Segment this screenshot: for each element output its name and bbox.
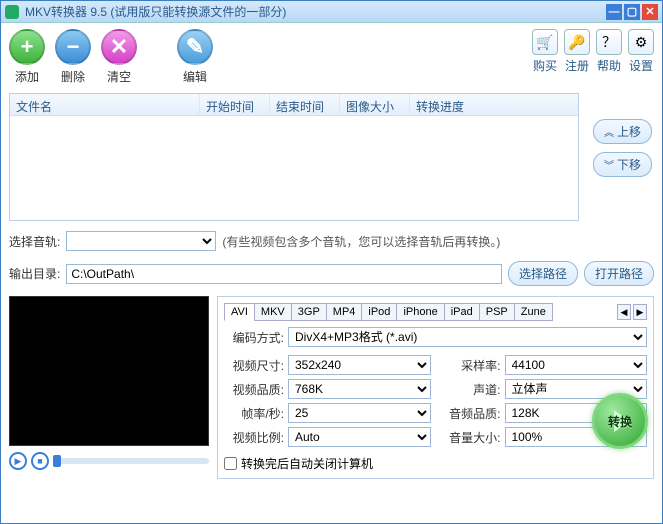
samplerate-select[interactable]: 44100 bbox=[505, 355, 648, 375]
play-button[interactable]: ▶ bbox=[9, 452, 27, 470]
register-button[interactable]: 🔑注册 bbox=[564, 29, 590, 74]
close-button[interactable]: ✕ bbox=[642, 4, 658, 20]
help-button[interactable]: ？帮助 bbox=[596, 29, 622, 74]
stop-button[interactable]: ■ bbox=[31, 452, 49, 470]
list-header: 文件名 开始时间 结束时间 图像大小 转换进度 bbox=[10, 94, 578, 116]
tab-avi[interactable]: AVI bbox=[224, 303, 255, 321]
minus-icon: − bbox=[55, 29, 91, 65]
track-select[interactable] bbox=[66, 231, 216, 251]
window-title: MKV转换器 9.5 (试用版只能转换源文件的一部分) bbox=[25, 3, 604, 20]
buy-button[interactable]: 🛒购买 bbox=[532, 29, 558, 74]
cart-icon: 🛒 bbox=[532, 29, 558, 55]
audio-track-row: 选择音轨: (有些视频包含多个音轨，您可以选择音轨后再转换。) bbox=[9, 231, 654, 251]
col-start[interactable]: 开始时间 bbox=[200, 94, 270, 115]
titlebar: MKV转换器 9.5 (试用版只能转换源文件的一部分) — ▢ ✕ bbox=[1, 1, 662, 23]
app-icon bbox=[5, 5, 19, 19]
key-icon: 🔑 bbox=[564, 29, 590, 55]
video-quality-select[interactable]: 768K bbox=[288, 379, 431, 399]
edit-button[interactable]: ✎ 编辑 bbox=[177, 29, 213, 85]
remove-button[interactable]: − 删除 bbox=[55, 29, 91, 85]
x-icon: ✕ bbox=[101, 29, 137, 65]
slider-thumb[interactable] bbox=[53, 455, 61, 467]
chevron-down-icon: ︾ bbox=[604, 157, 614, 172]
plus-icon: + bbox=[9, 29, 45, 65]
size-select[interactable]: 352x240 bbox=[288, 355, 431, 375]
output-label: 输出目录: bbox=[9, 265, 60, 282]
file-list[interactable]: 文件名 开始时间 结束时间 图像大小 转换进度 bbox=[9, 93, 579, 221]
track-hint: (有些视频包含多个音轨，您可以选择音轨后再转换。) bbox=[222, 233, 500, 250]
browse-button[interactable]: 选择路径 bbox=[508, 261, 578, 286]
tab-mp4[interactable]: MP4 bbox=[326, 303, 363, 321]
shutdown-checkbox[interactable] bbox=[224, 457, 237, 470]
move-down-button[interactable]: ︾下移 bbox=[593, 152, 652, 177]
main-toolbar: + 添加 − 删除 ✕ 清空 ✎ 编辑 🛒购买 🔑注册 ？帮助 ⚙设置 bbox=[9, 29, 654, 85]
clear-button[interactable]: ✕ 清空 bbox=[101, 29, 137, 85]
tab-psp[interactable]: PSP bbox=[479, 303, 515, 321]
enc-select[interactable]: DivX4+MP3格式 (*.avi) bbox=[288, 327, 647, 347]
minimize-button[interactable]: — bbox=[606, 4, 622, 20]
tab-ipod[interactable]: iPod bbox=[361, 303, 397, 321]
output-path-input[interactable] bbox=[66, 264, 502, 284]
tab-iphone[interactable]: iPhone bbox=[396, 303, 444, 321]
help-icon: ？ bbox=[596, 29, 622, 55]
edit-icon: ✎ bbox=[177, 29, 213, 65]
tab-scroll-right[interactable]: ▶ bbox=[633, 304, 647, 320]
gear-icon: ⚙ bbox=[628, 29, 654, 55]
tab-mkv[interactable]: MKV bbox=[254, 303, 292, 321]
format-tabs: AVI MKV 3GP MP4 iPod iPhone iPad PSP Zun… bbox=[224, 303, 647, 321]
col-imgsize[interactable]: 图像大小 bbox=[340, 94, 410, 115]
seek-slider[interactable] bbox=[53, 458, 209, 464]
preview-panel: ▶ ■ bbox=[9, 296, 209, 479]
settings-panel: AVI MKV 3GP MP4 iPod iPhone iPad PSP Zun… bbox=[217, 296, 654, 479]
video-preview bbox=[9, 296, 209, 446]
add-button[interactable]: + 添加 bbox=[9, 29, 45, 85]
col-end[interactable]: 结束时间 bbox=[270, 94, 340, 115]
tab-ipad[interactable]: iPad bbox=[444, 303, 480, 321]
move-up-button[interactable]: ︽上移 bbox=[593, 119, 652, 144]
enc-label: 编码方式: bbox=[224, 329, 284, 346]
col-progress[interactable]: 转换进度 bbox=[410, 94, 578, 115]
ratio-select[interactable]: Auto bbox=[288, 427, 431, 447]
tab-3gp[interactable]: 3GP bbox=[291, 303, 327, 321]
shutdown-label: 转换完后自动关闭计算机 bbox=[241, 455, 373, 472]
fps-select[interactable]: 25 bbox=[288, 403, 431, 423]
output-row: 输出目录: 选择路径 打开路径 bbox=[9, 261, 654, 286]
col-filename[interactable]: 文件名 bbox=[10, 94, 200, 115]
settings-button[interactable]: ⚙设置 bbox=[628, 29, 654, 74]
convert-button[interactable]: 转换 bbox=[592, 393, 648, 449]
tab-scroll-left[interactable]: ◀ bbox=[617, 304, 631, 320]
maximize-button[interactable]: ▢ bbox=[624, 4, 640, 20]
track-label: 选择音轨: bbox=[9, 233, 60, 250]
tab-zune[interactable]: Zune bbox=[514, 303, 553, 321]
chevron-up-icon: ︽ bbox=[604, 124, 614, 139]
open-path-button[interactable]: 打开路径 bbox=[584, 261, 654, 286]
